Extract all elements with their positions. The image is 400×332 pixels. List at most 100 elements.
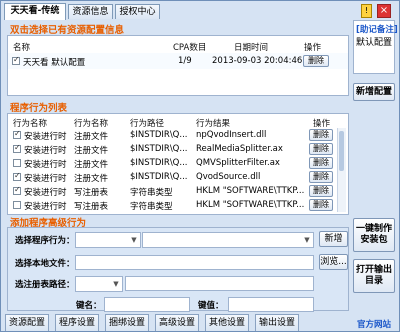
bottom-tab-other-settings[interactable]: 其他设置 xyxy=(205,314,249,331)
title-controls: ! × xyxy=(361,4,393,19)
tab-license-center[interactable]: 授权中心 xyxy=(115,4,160,19)
behavior-row-2-type: 注册文件 xyxy=(74,146,109,156)
behavior-row-6-checkbox[interactable] xyxy=(13,201,21,209)
behavior-row-2-delete-button[interactable]: 删除 xyxy=(309,143,333,155)
behavior-row-5-path: 字符串类型 xyxy=(130,188,173,198)
behavior-row-1-delete-button[interactable]: 删除 xyxy=(309,129,333,141)
behavior-row-6-type: 写注册表 xyxy=(74,202,109,212)
behavior-row-5-checkbox[interactable] xyxy=(13,185,21,195)
behavior-row-3-type: 注册文件 xyxy=(74,160,109,170)
one-click-line-2: 安装包 xyxy=(360,235,388,245)
behavior-row-1-result: npQvodInsert.dll xyxy=(196,130,267,140)
behavior-row-6-name: 安装进行时 xyxy=(24,202,67,212)
behavior-row-2[interactable]: 安装进行时 注册文件 $INSTDIR\Q... RealMediaSplitt… xyxy=(8,142,338,156)
behavior-row-4[interactable]: 安装进行时 注册文件 $INSTDIR\Q... QvodSource.dll … xyxy=(8,170,338,184)
bottom-tab-resource-config[interactable]: 资源配置 xyxy=(5,314,49,331)
config-row[interactable]: 天天看 默认配置 1/9 2013-09-03 20:04:46 删除 xyxy=(8,53,348,69)
behavior-row-3-result: QMVSplitterFilter.ax xyxy=(196,158,280,168)
config-col-action: 操作 xyxy=(304,43,322,53)
behavior-row-3-delete-button[interactable]: 删除 xyxy=(309,157,333,169)
behavior-select-2[interactable]: ▼ xyxy=(142,232,314,248)
behavior-row-5-delete-button[interactable]: 删除 xyxy=(309,185,333,197)
registry-path-input[interactable] xyxy=(125,276,314,291)
behavior-row-2-result: RealMediaSplitter.ax xyxy=(196,144,283,154)
scroll-thumb[interactable] xyxy=(339,131,344,171)
bottom-tab-program-settings[interactable]: 程序设置 xyxy=(55,314,99,331)
behavior-row-2-checkbox[interactable] xyxy=(13,143,21,153)
behavior-row-5-type: 写注册表 xyxy=(74,188,109,198)
chevron-down-icon: ▼ xyxy=(131,236,137,244)
behavior-row-1-checkbox[interactable] xyxy=(13,129,21,139)
behavior-row-4-result: QvodSource.dll xyxy=(196,172,261,182)
chevron-down-icon: ▼ xyxy=(113,280,119,288)
behavior-row-4-type: 注册文件 xyxy=(74,174,109,184)
official-site-link[interactable]: 官方网站 xyxy=(357,318,391,330)
config-table: 名称 CPA数目 日期时间 操作 天天看 默认配置 1/9 2013-09-03… xyxy=(7,35,349,96)
behavior-table: 行为名称 行为名称 行为路径 行为结果 操作 安装进行时 注册文件 $INSTD… xyxy=(7,113,349,215)
local-file-input[interactable] xyxy=(75,255,314,270)
bottom-tab-bundle-settings[interactable]: 捆绑设置 xyxy=(105,314,149,331)
behavior-row-5-name: 安装进行时 xyxy=(24,188,67,198)
tab-resource-info[interactable]: 资源信息 xyxy=(68,4,113,19)
behavior-row-5[interactable]: 安装进行时 写注册表 字符串类型 HKLM "SOFTWARE\TTKP... … xyxy=(8,184,338,198)
config-row-name: 天天看 默认配置 xyxy=(23,58,86,68)
config-section-title: 双击选择已有资源配置信息 xyxy=(10,25,125,36)
behavior-row-6-result: HKLM "SOFTWARE\TTKP... xyxy=(196,200,305,210)
behavior-row-6-path: 字符串类型 xyxy=(130,202,173,212)
key-name-input[interactable] xyxy=(104,297,190,312)
note-title: [助记备注] xyxy=(356,25,398,35)
pin-icon[interactable]: ! xyxy=(361,4,372,18)
behaviors-section-title: 程序行为列表 xyxy=(10,103,68,114)
config-col-datetime: 日期时间 xyxy=(234,43,269,53)
behavior-row-6[interactable]: 安装进行时 写注册表 字符串类型 HKLM "SOFTWARE\TTKP... … xyxy=(8,198,338,212)
note-text: 默认配置 xyxy=(356,38,393,48)
behavior-row-4-delete-button[interactable]: 删除 xyxy=(309,171,333,183)
behavior-row-1-path: $INSTDIR\Q... xyxy=(130,130,188,140)
behavior-scrollbar[interactable] xyxy=(337,128,346,212)
behavior-row-3-checkbox[interactable] xyxy=(13,159,21,167)
config-delete-button[interactable]: 删除 xyxy=(303,55,329,67)
registry-path-label: 选注册表路径： xyxy=(15,280,75,290)
behavior-row-4-name: 安装进行时 xyxy=(24,174,67,184)
installer-window: 天天看-传统 资源信息 授权中心 ! × 双击选择已有资源配置信息 名称 CPA… xyxy=(0,0,400,332)
config-col-name: 名称 xyxy=(13,43,31,53)
key-name-label: 键名： xyxy=(76,301,102,311)
registry-root-select[interactable]: ▼ xyxy=(75,276,123,292)
behavior-row-1-type: 注册文件 xyxy=(74,132,109,142)
bottom-tab-output-settings[interactable]: 输出设置 xyxy=(255,314,299,331)
browse-button[interactable]: 浏览... xyxy=(319,254,348,270)
behavior-row-1[interactable]: 安装进行时 注册文件 $INSTDIR\Q... npQvodInsert.dl… xyxy=(8,128,338,142)
config-row-cpa: 1/9 xyxy=(178,56,192,66)
advanced-form: 选择程序行为： ▼ ▼ 新增 选择本地文件： 浏览... 选注册表路径： ▼ 键… xyxy=(7,227,349,312)
tab-tiantiankan[interactable]: 天天看-传统 xyxy=(4,3,66,20)
behavior-row-3[interactable]: 安装进行时 注册文件 $INSTDIR\Q... QMVSplitterFilt… xyxy=(8,156,338,170)
behavior-select-1[interactable]: ▼ xyxy=(75,232,141,248)
chevron-down-icon: ▼ xyxy=(304,236,310,244)
local-file-label: 选择本地文件： xyxy=(15,259,75,269)
open-output-button[interactable]: 打开输出 目录 xyxy=(353,259,395,293)
key-value-label: 键值： xyxy=(198,301,224,311)
behavior-row-2-path: $INSTDIR\Q... xyxy=(130,144,188,154)
select-behavior-label: 选择程序行为： xyxy=(15,236,75,246)
behavior-row-3-name: 安装进行时 xyxy=(24,160,67,170)
behavior-row-5-result: HKLM "SOFTWARE\TTKP... xyxy=(196,186,305,196)
behavior-row-1-name: 安装进行时 xyxy=(24,132,67,142)
behavior-row-6-delete-button[interactable]: 删除 xyxy=(309,199,333,211)
config-row-datetime: 2013-09-03 20:04:46 xyxy=(212,56,303,66)
add-behavior-button[interactable]: 新增 xyxy=(319,231,348,247)
note-panel: [助记备注] 默认配置 xyxy=(353,20,398,74)
bottom-tab-advanced-settings[interactable]: 高级设置 xyxy=(155,314,199,331)
behavior-row-2-name: 安装进行时 xyxy=(24,146,67,156)
close-icon[interactable]: × xyxy=(377,4,391,18)
behavior-row-3-path: $INSTDIR\Q... xyxy=(130,158,188,168)
config-row-checkbox[interactable] xyxy=(12,55,20,65)
one-click-line-1: 一键制作 xyxy=(355,224,392,234)
open-output-line-2: 目录 xyxy=(364,276,383,286)
open-output-line-1: 打开输出 xyxy=(355,265,392,275)
key-value-input[interactable] xyxy=(228,297,314,312)
behavior-row-4-checkbox[interactable] xyxy=(13,171,21,181)
new-config-button[interactable]: 新增配置 xyxy=(353,83,395,101)
one-click-build-button[interactable]: 一键制作 安装包 xyxy=(353,218,395,252)
behavior-row-4-path: $INSTDIR\Q... xyxy=(130,172,188,182)
config-col-cpa: CPA数目 xyxy=(173,43,207,53)
